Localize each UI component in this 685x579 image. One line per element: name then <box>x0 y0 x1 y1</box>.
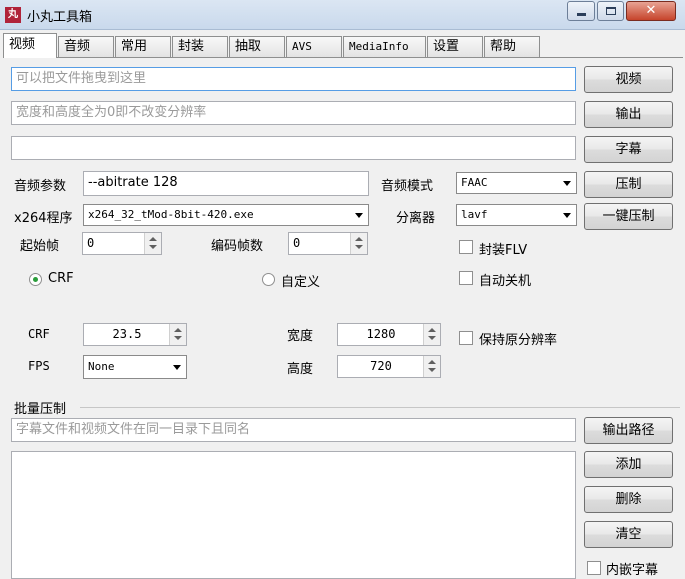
height-label: 高度 <box>287 362 314 377</box>
chevron-down-icon <box>173 365 181 370</box>
tab-settings[interactable]: 设置 <box>427 36 483 57</box>
audio-param-field[interactable]: --abitrate 128 <box>83 171 369 196</box>
x264-label: x264程序 <box>14 211 73 226</box>
window-title: 小丸工具箱 <box>27 10 93 25</box>
fps-select[interactable]: None <box>83 355 187 379</box>
start-frame-spinner[interactable]: 0 <box>82 232 162 255</box>
close-icon: ✕ <box>645 3 657 18</box>
spinner-buttons[interactable] <box>423 324 440 345</box>
autoshutdown-label: 自动关机 <box>479 274 532 289</box>
tab-avs[interactable]: AVS <box>286 36 342 57</box>
radio-selected-icon <box>33 277 38 282</box>
embed-subtitle-label: 内嵌字幕 <box>606 563 659 578</box>
crf-value: 23.5 <box>112 327 142 341</box>
tab-mux[interactable]: 封装 <box>172 36 228 57</box>
width-label: 宽度 <box>287 329 314 344</box>
fps-value: None <box>88 360 115 373</box>
flv-checkbox[interactable] <box>459 240 473 254</box>
flv-label: 封装FLV <box>479 243 528 258</box>
autoshutdown-checkbox[interactable] <box>459 271 473 285</box>
app-icon: 丸 <box>5 7 21 23</box>
tab-common[interactable]: 常用 <box>115 36 171 57</box>
spin-down-icon <box>355 245 363 249</box>
chevron-down-icon <box>563 181 571 186</box>
spin-down-icon <box>428 336 436 340</box>
spinner-buttons[interactable] <box>169 324 186 345</box>
fps-label: FPS <box>28 359 50 373</box>
spinner-buttons[interactable] <box>144 233 161 254</box>
x264-value: x264_32_tMod-8bit-420.exe <box>88 208 254 221</box>
spin-up-icon <box>174 328 182 332</box>
output-path-button[interactable]: 输出路径 <box>584 417 673 444</box>
height-spinner[interactable]: 720 <box>337 355 441 378</box>
keep-resolution-label: 保持原分辨率 <box>479 333 558 348</box>
encode-frames-label: 编码帧数 <box>211 239 264 254</box>
demuxer-label: 分离器 <box>396 211 436 226</box>
spin-up-icon <box>428 328 436 332</box>
spin-up-icon <box>428 360 436 364</box>
minimize-button[interactable] <box>567 1 595 21</box>
group-divider <box>80 407 680 408</box>
tab-audio[interactable]: 音频 <box>58 36 114 57</box>
compress-button[interactable]: 压制 <box>584 171 673 198</box>
spinner-buttons[interactable] <box>423 356 440 377</box>
x264-select[interactable]: x264_32_tMod-8bit-420.exe <box>83 204 369 226</box>
audio-param-label: 音频参数 <box>14 179 67 194</box>
start-frame-value: 0 <box>87 236 95 250</box>
spin-down-icon <box>174 336 182 340</box>
spin-down-icon <box>149 245 157 249</box>
start-frame-label: 起始帧 <box>20 239 60 254</box>
batch-group-label: 批量压制 <box>14 402 67 417</box>
clear-button[interactable]: 清空 <box>584 521 673 548</box>
crf-spinner[interactable]: 23.5 <box>83 323 187 346</box>
chevron-down-icon <box>563 213 571 218</box>
crf-label: CRF <box>28 327 50 341</box>
audio-mode-select[interactable]: FAAC <box>456 172 577 194</box>
tab-help[interactable]: 帮助 <box>484 36 540 57</box>
close-button[interactable]: ✕ <box>626 1 676 21</box>
keep-resolution-checkbox[interactable] <box>459 331 473 345</box>
audio-mode-label: 音频模式 <box>381 179 434 194</box>
spinner-buttons[interactable] <box>350 233 367 254</box>
onekey-compress-button[interactable]: 一键压制 <box>584 203 673 230</box>
video-button[interactable]: 视频 <box>584 66 673 93</box>
demuxer-value: lavf <box>461 208 488 221</box>
demuxer-select[interactable]: lavf <box>456 204 577 226</box>
batch-path-field[interactable]: 字幕文件和视频文件在同一目录下且同名 <box>11 418 576 442</box>
custom-radio-label: 自定义 <box>281 275 321 290</box>
chevron-down-icon <box>355 213 363 218</box>
width-spinner[interactable]: 1280 <box>337 323 441 346</box>
tab-mediainfo[interactable]: MediaInfo <box>343 36 426 57</box>
custom-radio[interactable] <box>262 273 275 286</box>
minimize-icon <box>576 12 586 16</box>
width-value: 1280 <box>366 327 396 341</box>
height-value: 720 <box>370 359 392 373</box>
spin-down-icon <box>428 368 436 372</box>
audio-mode-value: FAAC <box>461 176 488 189</box>
maximize-icon <box>605 7 616 15</box>
output-field[interactable]: 宽度和高度全为0即不改变分辨率 <box>11 101 576 125</box>
maximize-button[interactable] <box>597 1 624 21</box>
subtitle-button[interactable]: 字幕 <box>584 136 673 163</box>
crf-radio-label: CRF <box>48 271 74 286</box>
encode-frames-spinner[interactable]: 0 <box>288 232 368 255</box>
delete-button[interactable]: 删除 <box>584 486 673 513</box>
spin-up-icon <box>355 237 363 241</box>
embed-subtitle-checkbox[interactable] <box>587 561 601 575</box>
video-input-field[interactable]: 可以把文件拖曳到这里 <box>11 67 576 91</box>
tab-extract[interactable]: 抽取 <box>229 36 285 57</box>
tab-video[interactable]: 视频 <box>3 33 57 58</box>
batch-file-list[interactable] <box>11 451 576 579</box>
add-button[interactable]: 添加 <box>584 451 673 478</box>
subtitle-field[interactable] <box>11 136 576 160</box>
spin-up-icon <box>149 237 157 241</box>
crf-radio[interactable] <box>29 273 42 286</box>
output-button[interactable]: 输出 <box>584 101 673 128</box>
encode-frames-value: 0 <box>293 236 301 250</box>
title-bar[interactable]: 丸 小丸工具箱 ✕ <box>0 0 685 30</box>
